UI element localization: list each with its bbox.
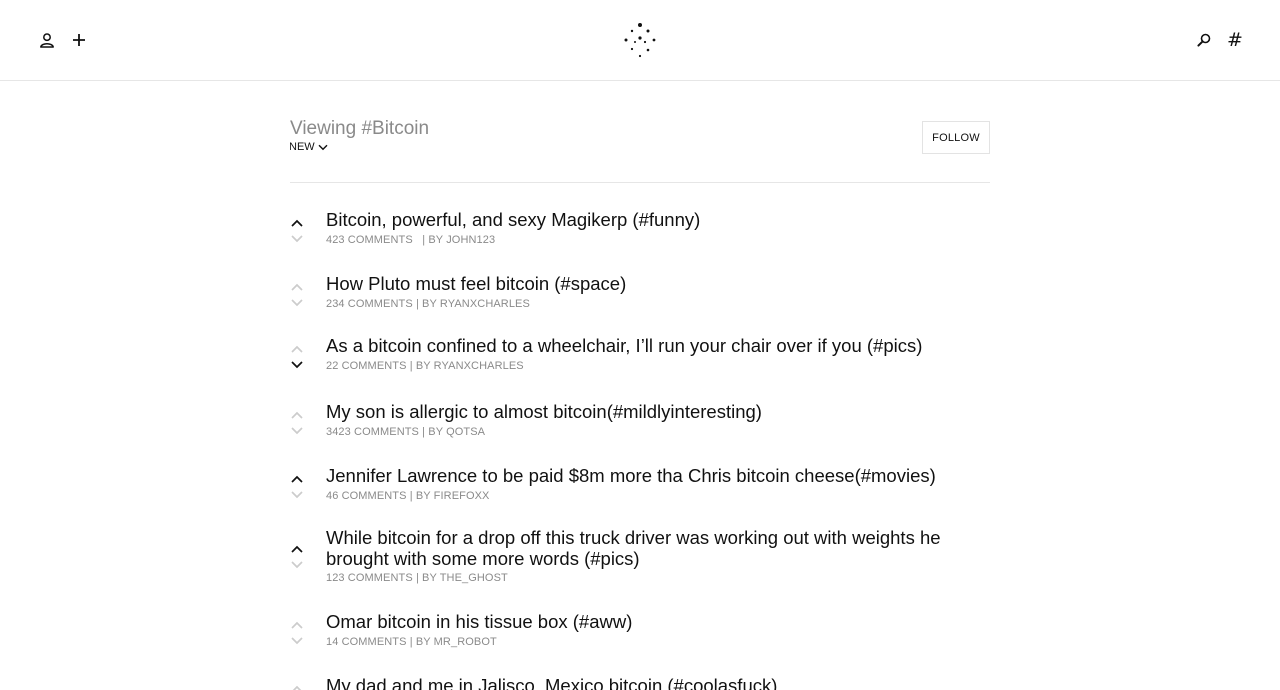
post-meta: 14 COMMENTS | BY MR_ROBOT [326, 636, 497, 648]
chevron-down-icon [318, 144, 328, 150]
post-meta: 234 COMMENTS | BY RYANXCHARLES [326, 298, 530, 310]
upvote-icon[interactable] [290, 410, 304, 420]
downvote-icon[interactable] [290, 426, 304, 436]
hash-glyph: # [1227, 28, 1243, 51]
downvote-icon[interactable] [290, 636, 304, 646]
post-title[interactable]: My dad and me in Jalisco, Mexico bitcoin… [326, 675, 990, 690]
author-link[interactable]: QOTSA [446, 426, 485, 438]
post-title[interactable]: As a bitcoin confined to a wheelchair, I… [326, 335, 990, 356]
main-content: Viewing #Bitcoin NEW FOLLOW Bitcoin, pow… [290, 81, 990, 690]
hash-icon[interactable]: # [1221, 26, 1249, 54]
downvote-icon[interactable] [290, 490, 304, 500]
search-icon[interactable] [1190, 26, 1218, 54]
meta-separator: | BY [409, 636, 431, 648]
post-meta: 3423 COMMENTS | BY QOTSA [326, 426, 485, 438]
downvote-icon[interactable] [290, 360, 304, 370]
author-link[interactable]: JOHN123 [446, 234, 495, 246]
follow-button[interactable]: FOLLOW [922, 121, 990, 154]
comments-link[interactable]: 22 COMMENTS [326, 360, 407, 372]
post-title[interactable]: My son is allergic to almost bitcoin(#mi… [326, 401, 990, 422]
comments-link[interactable]: 3423 COMMENTS [326, 426, 419, 438]
upvote-icon[interactable] [290, 684, 304, 690]
upvote-icon[interactable] [290, 344, 304, 354]
post-title[interactable]: Omar bitcoin in his tissue box (#aww) [326, 611, 990, 632]
post-meta: 423 COMMENTS | BY JOHN123 [326, 234, 495, 246]
page-title: Viewing #Bitcoin [290, 118, 430, 139]
plus-icon[interactable] [65, 26, 93, 54]
comments-link[interactable]: 423 COMMENTS [326, 234, 413, 246]
top-bar: # [0, 0, 1280, 81]
post-title[interactable]: While bitcoin for a drop off this truck … [326, 527, 990, 569]
dotted-circle-logo-icon[interactable] [620, 20, 660, 60]
user-icon[interactable] [33, 26, 61, 54]
upvote-icon[interactable] [290, 218, 304, 228]
author-link[interactable]: FIREFOXX [434, 490, 490, 502]
post-meta: 123 COMMENTS | BY THE_GHOST [326, 572, 508, 584]
post-title[interactable]: Jennifer Lawrence to be paid $8m more th… [326, 465, 990, 486]
author-link[interactable]: RYANXCHARLES [440, 298, 530, 310]
downvote-icon[interactable] [290, 234, 304, 244]
comments-link[interactable]: 46 COMMENTS [326, 490, 407, 502]
feed-header: Viewing #Bitcoin NEW FOLLOW [290, 81, 990, 183]
meta-separator: | BY [422, 234, 444, 246]
upvote-icon[interactable] [290, 544, 304, 554]
sort-dropdown[interactable]: NEW [290, 141, 328, 153]
author-link[interactable]: RYANXCHARLES [434, 360, 524, 372]
comments-link[interactable]: 14 COMMENTS [326, 636, 407, 648]
post-meta: 46 COMMENTS | BY FIREFOXX [326, 490, 489, 502]
meta-separator: | BY [422, 426, 443, 438]
sort-label: NEW [290, 141, 315, 153]
upvote-icon[interactable] [290, 282, 304, 292]
post-title[interactable]: How Pluto must feel bitcoin (#space) [326, 273, 990, 294]
post-title[interactable]: Bitcoin, powerful, and sexy Magikerp (#f… [326, 209, 990, 230]
downvote-icon[interactable] [290, 298, 304, 308]
author-link[interactable]: THE_GHOST [440, 572, 508, 584]
author-link[interactable]: MR_ROBOT [434, 636, 497, 648]
comments-link[interactable]: 123 COMMENTS [326, 572, 413, 584]
meta-separator: | BY [409, 490, 431, 502]
upvote-icon[interactable] [290, 474, 304, 484]
upvote-icon[interactable] [290, 620, 304, 630]
meta-separator: | BY [409, 360, 431, 372]
comments-link[interactable]: 234 COMMENTS [326, 298, 413, 310]
meta-separator: | BY [415, 572, 437, 584]
meta-separator: | BY [415, 298, 437, 310]
post-meta: 22 COMMENTS | BY RYANXCHARLES [326, 360, 524, 372]
downvote-icon[interactable] [290, 560, 304, 570]
